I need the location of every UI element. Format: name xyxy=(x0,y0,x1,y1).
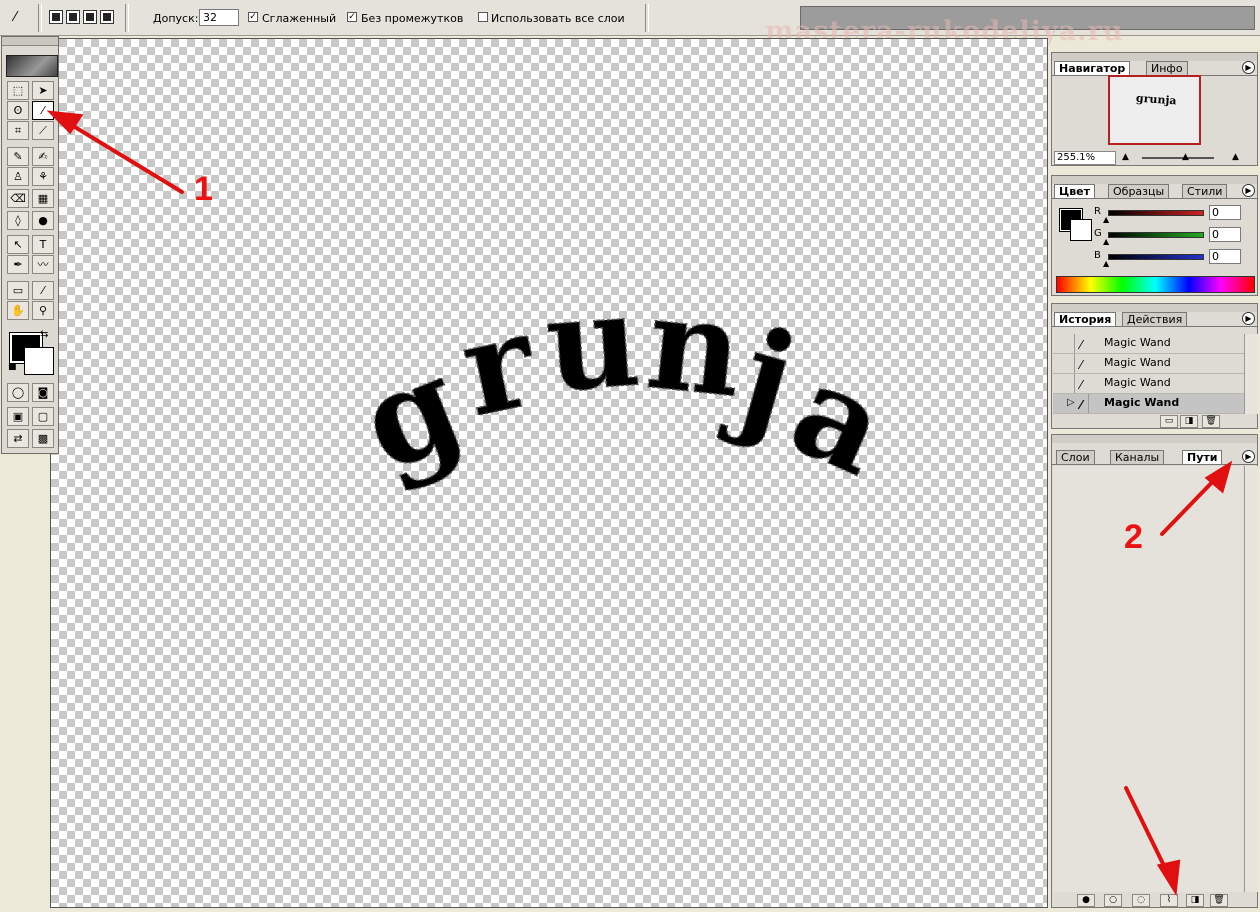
annotation-overlay xyxy=(46,110,1233,896)
annotation-label-2: 2 xyxy=(1124,518,1143,556)
annotation-arrow-1 xyxy=(58,116,184,194)
arrow-head-2 xyxy=(1204,460,1233,494)
annotation-label-1: 1 xyxy=(194,170,213,208)
arrow-head-3 xyxy=(1156,859,1181,896)
